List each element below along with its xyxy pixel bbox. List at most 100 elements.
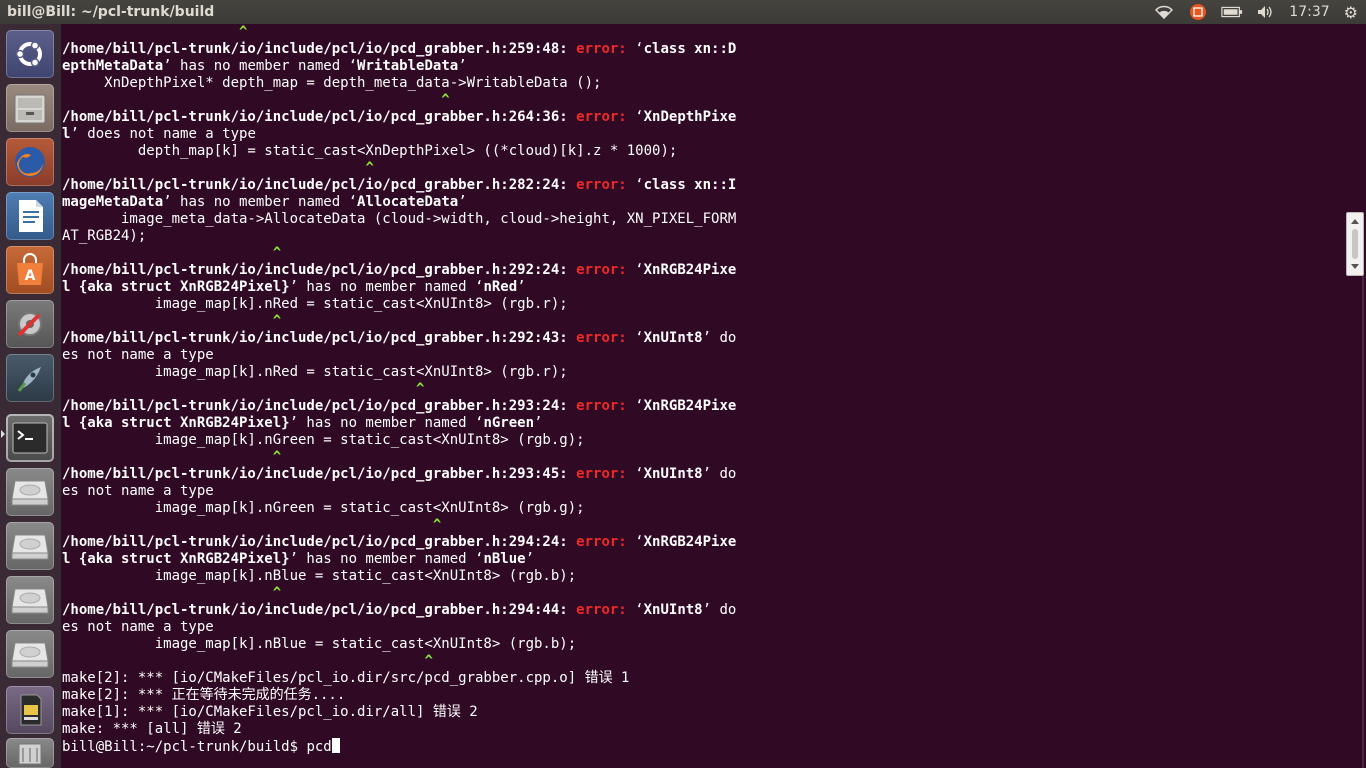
terminal-text: image_map[k].nBlue = static_cast<XnUInt8…: [62, 568, 577, 584]
terminal-text: es not name a type: [62, 347, 214, 363]
volume-icon[interactable]: [1255, 3, 1277, 21]
error-caret: ^: [365, 160, 374, 176]
terminal-scrollbar[interactable]: [1346, 212, 1364, 276]
terminal-text: ’ do: [702, 330, 737, 346]
terminal-text: ’ has no member named ‘: [289, 551, 484, 567]
hard-drive-icon: [6, 576, 54, 624]
error-label: error:: [576, 41, 636, 57]
terminal-line: image_map[k].nGreen = static_cast<XnUInt…: [62, 500, 1342, 517]
scroll-up-arrow-icon[interactable]: [1351, 219, 1359, 224]
terminal-text: /home/bill/pcl-trunk/io/include/pcl/io/p…: [62, 398, 577, 414]
terminal-line: /home/bill/pcl-trunk/io/include/pcl/io/p…: [62, 466, 1342, 483]
terminal-text: /home/bill/pcl-trunk/io/include/pcl/io/p…: [62, 41, 577, 57]
terminal-text: /home/bill/pcl-trunk/io/include/pcl/io/p…: [62, 602, 577, 618]
terminal-text: make[1]: *** [io/CMakeFiles/pcl_io.dir/a…: [62, 704, 478, 720]
launcher-item-drive-1[interactable]: [6, 468, 54, 516]
error-label: error:: [576, 398, 636, 414]
launcher-item-system-settings[interactable]: [6, 300, 54, 348]
terminal-text: ‘: [635, 398, 644, 414]
terminal-line: AT_RGB24);: [62, 228, 1342, 245]
error-caret: ^: [441, 92, 450, 108]
terminal-text: /home/bill/pcl-trunk/io/include/pcl/io/p…: [62, 534, 577, 550]
ubuntu-logo-icon: [6, 30, 54, 78]
terminal-text: image_map[k].nRed = static_cast<XnUInt8>…: [62, 364, 568, 380]
wifi-icon[interactable]: [1153, 3, 1175, 21]
terminal-text: image_map[k].nBlue = static_cast<XnUInt8…: [62, 636, 577, 652]
terminal-line: image_map[k].nRed = static_cast<XnUInt8>…: [62, 364, 1342, 381]
terminal-text: ‘: [635, 109, 644, 125]
terminal-line: l {aka struct XnRGB24Pixel}’ has no memb…: [62, 551, 1342, 568]
terminal-text: image_map[k].nGreen = static_cast<XnUInt…: [62, 500, 585, 516]
error-label: error:: [576, 534, 636, 550]
terminal-line: /home/bill/pcl-trunk/io/include/pcl/io/p…: [62, 602, 1342, 619]
error-caret: ^: [272, 585, 282, 601]
launcher-item-software-center[interactable]: A: [6, 246, 54, 294]
terminal-text: depth_map[k] = static_cast<XnDepthPixel>…: [62, 143, 678, 159]
terminal-text: image_map[k].nRed = static_cast<XnUInt8>…: [62, 296, 568, 312]
terminal-line: ^: [62, 92, 1342, 109]
terminal-line: make[2]: *** [io/CMakeFiles/pcl_io.dir/s…: [62, 670, 1342, 687]
launcher-item-sd-card[interactable]: [6, 686, 54, 734]
scrollbar-thumb[interactable]: [1352, 229, 1358, 259]
launcher: A: [0, 24, 62, 768]
launcher-item-dash[interactable]: [6, 30, 54, 78]
clock[interactable]: 17:37: [1289, 4, 1329, 20]
error-label: error:: [576, 109, 636, 125]
terminal-text: nGreen: [483, 415, 535, 431]
scrollbar-track[interactable]: [1362, 276, 1364, 768]
terminal-text: nBlue: [483, 551, 526, 567]
terminal-text: /home/bill/pcl-trunk/io/include/pcl/io/p…: [62, 177, 577, 193]
terminal-line: epthMetaData’ has no member named ‘Writa…: [62, 58, 1342, 75]
terminal-text: ‘: [635, 602, 644, 618]
command-input[interactable]: pcd: [306, 739, 331, 755]
terminal-line: depth_map[k] = static_cast<XnDepthPixel>…: [62, 143, 1342, 160]
launcher-item-firefox[interactable]: [6, 138, 54, 186]
shell-prompt: bill@Bill:~/pcl-trunk/build$: [62, 739, 307, 755]
launcher-item-drive-4[interactable]: [6, 630, 54, 678]
input-method-icon[interactable]: [1187, 3, 1209, 21]
terminal-text: l {aka struct XnRGB24Pixel}: [62, 551, 290, 567]
terminal-text: epthMetaData: [62, 58, 164, 74]
launcher-item-terminal[interactable]: [6, 414, 54, 462]
terminal-line: ^: [62, 653, 1342, 670]
terminal-text: XnUInt8: [643, 330, 703, 346]
terminal-text: make: *** [all] 错误 2: [62, 721, 242, 737]
launcher-item-files[interactable]: [6, 84, 54, 132]
terminal-output[interactable]: ^/home/bill/pcl-trunk/io/include/pcl/io/…: [62, 24, 1342, 768]
launcher-item-drive-3[interactable]: [6, 576, 54, 624]
document-icon: [6, 192, 54, 240]
terminal-text: ’: [458, 58, 467, 74]
error-caret: ^: [416, 381, 425, 397]
terminal-text: nRed: [483, 279, 518, 295]
launcher-item-trash[interactable]: [6, 738, 54, 768]
terminal-line: image_map[k].nBlue = static_cast<XnUInt8…: [62, 636, 1342, 653]
terminal-text: make[2]: *** [io/CMakeFiles/pcl_io.dir/s…: [62, 670, 630, 686]
terminal-text: XnDepthPixe: [643, 109, 737, 125]
terminal-line: /home/bill/pcl-trunk/io/include/pcl/io/p…: [62, 262, 1342, 279]
scroll-down-arrow-icon[interactable]: [1351, 264, 1359, 269]
launcher-item-drive-2[interactable]: [6, 522, 54, 570]
battery-icon[interactable]: [1221, 3, 1243, 21]
terminal-text: /home/bill/pcl-trunk/io/include/pcl/io/p…: [62, 109, 577, 125]
terminal-text: make[2]: *** 正在等待未完成的任务....: [62, 687, 346, 703]
terminal-text: /home/bill/pcl-trunk/io/include/pcl/io/p…: [62, 466, 577, 482]
terminal-text: XnUInt8: [643, 602, 703, 618]
terminal-line: image_map[k].nBlue = static_cast<XnUInt8…: [62, 568, 1342, 585]
terminal-line: image_map[k].nRed = static_cast<XnUInt8>…: [62, 296, 1342, 313]
terminal-line: make[1]: *** [io/CMakeFiles/pcl_io.dir/a…: [62, 704, 1342, 721]
terminal-line: ^: [62, 160, 1342, 177]
launcher-item-launcher-app[interactable]: [6, 354, 54, 402]
terminal-line: ^: [62, 585, 1342, 602]
terminal-text: /home/bill/pcl-trunk/io/include/pcl/io/p…: [62, 262, 577, 278]
launcher-item-writer[interactable]: [6, 192, 54, 240]
terminal-text: ’: [525, 551, 535, 567]
terminal-text: class xn::I: [643, 177, 737, 193]
svg-text:A: A: [25, 268, 36, 284]
gear-icon[interactable]: ⚙: [1344, 3, 1358, 22]
prompt-line[interactable]: bill@Bill:~/pcl-trunk/build$ pcd: [62, 738, 1342, 755]
